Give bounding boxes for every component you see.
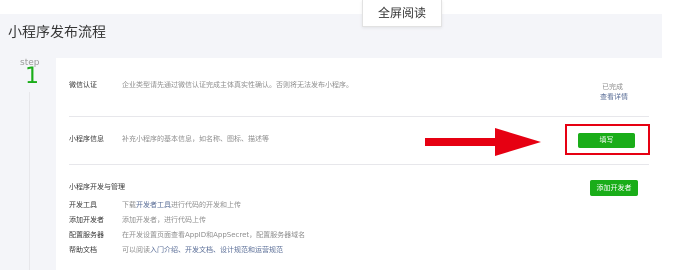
info-label: 小程序信息 [69,135,104,143]
dev-item-desc: 在开发设置页面查看AppID和AppSecret，配置服务器域名 [122,231,306,239]
fullscreen-read-button[interactable]: 全屏阅读 [362,0,442,27]
dev-item-label: 开发工具 [69,201,97,209]
verify-status: 已完成 [602,83,623,91]
arrow-right-icon [425,128,541,156]
fill-in-button[interactable]: 填写 [578,133,635,148]
add-developer-button[interactable]: 添加开发者 [590,180,638,196]
row-separator [69,116,649,117]
verify-desc: 企业类型请先通过微信认证完成主体真实性确认。否则将无法发布小程序。 [122,81,353,89]
verify-label: 微信认证 [69,81,97,89]
dev-item-desc: 下载开发者工具进行代码的开发和上传 [122,201,241,209]
info-desc: 补充小程序的基本信息，如名称、图标、描述等 [122,135,269,143]
row-separator [69,164,649,165]
dev-item-label: 配置服务器 [69,231,104,239]
dev-tools-link[interactable]: 开发者工具 [136,201,171,209]
verify-details-link[interactable]: 查看详情 [600,92,628,102]
step-divider [29,92,30,270]
dev-header: 小程序开发与管理 [69,183,125,191]
page-title: 小程序发布流程 [8,25,106,41]
dev-item-label: 添加开发者 [69,216,104,224]
dev-item-desc: 可以阅读入门介绍、开发文档、设计规范和运营规范 [122,246,283,254]
dev-item-desc: 添加开发者，进行代码上传 [122,216,206,224]
dev-item-label: 帮助文档 [69,246,97,254]
step-number: 1 [25,64,39,89]
docs-link[interactable]: 入门介绍、开发文档、设计规范和运营规范 [150,246,283,254]
